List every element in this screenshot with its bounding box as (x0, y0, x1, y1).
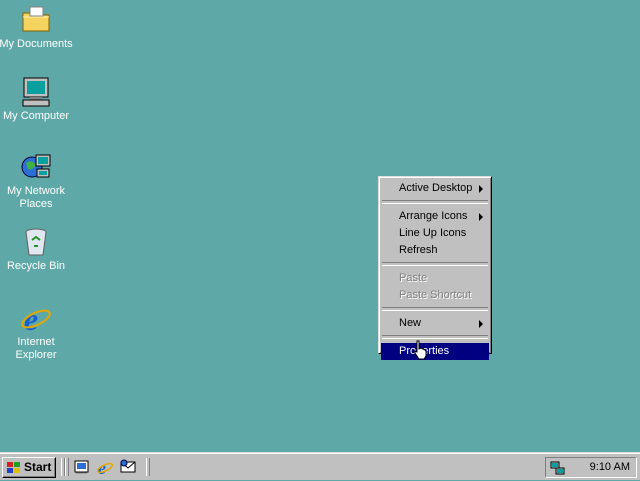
windows-logo-icon (6, 461, 22, 475)
desktop-icon-my-computer[interactable]: My Computer (0, 76, 74, 123)
menu-item-paste: Paste (381, 270, 489, 287)
desktop-icon-label: My Computer (2, 110, 70, 122)
menu-separator (382, 335, 488, 339)
menu-item-new[interactable]: New (381, 315, 489, 332)
menu-item-label: Active Desktop (399, 182, 473, 194)
desktop-icon-label: Recycle Bin (6, 260, 66, 272)
menu-item-properties[interactable]: Properties (381, 343, 489, 360)
desktop-icon-label: My Network Places (6, 185, 66, 210)
menu-item-active-desktop[interactable]: Active Desktop (381, 180, 489, 197)
menu-item-refresh[interactable]: Refresh (381, 242, 489, 259)
menu-item-label: Line Up Icons (399, 227, 467, 239)
menu-separator (382, 262, 488, 266)
outlook-express-icon[interactable] (119, 458, 137, 476)
taskbar-clock[interactable]: 9:10 AM (590, 461, 630, 473)
hand-cursor-icon (414, 340, 428, 360)
start-button-label: Start (24, 460, 52, 474)
desktop-icon-my-network-places[interactable]: My Network Places (0, 151, 74, 211)
recycle-bin-icon (20, 226, 52, 258)
desktop-icon-my-documents[interactable]: My Documents (0, 4, 74, 51)
start-button[interactable]: Start (2, 457, 56, 478)
desktop-icon-label: Internet Explorer (15, 336, 57, 361)
network-tray-icon[interactable] (550, 460, 566, 476)
taskbar: Start e 9:10 AM (0, 452, 640, 480)
menu-item-label: New (399, 317, 422, 329)
toolbar-grip[interactable] (65, 458, 69, 476)
system-tray: 9:10 AM (545, 457, 637, 478)
menu-separator (382, 307, 488, 311)
internet-explorer-icon: e (20, 301, 52, 337)
folder-icon (20, 4, 52, 36)
menu-item-arrange-icons[interactable]: Arrange Icons (381, 208, 489, 225)
menu-item-line-up-icons[interactable]: Line Up Icons (381, 225, 489, 242)
internet-explorer-icon[interactable]: e (96, 458, 114, 478)
computer-icon (20, 76, 52, 108)
desktop-icon-recycle-bin[interactable]: Recycle Bin (0, 226, 74, 273)
submenu-arrow-icon (479, 185, 483, 193)
show-desktop-icon[interactable] (73, 458, 91, 476)
menu-item-label: Paste Shortcut (399, 289, 472, 301)
menu-item-paste-shortcut: Paste Shortcut (381, 287, 489, 304)
menu-item-label: Paste (399, 272, 428, 284)
desktop-icon-label: My Documents (0, 38, 73, 50)
submenu-arrow-icon (479, 320, 483, 328)
menu-item-label: Arrange Icons (399, 210, 468, 222)
submenu-arrow-icon (479, 213, 483, 221)
desktop-context-menu: Active Desktop Arrange Icons Line Up Ico… (378, 176, 492, 360)
menu-item-label: Refresh (399, 244, 438, 256)
menu-separator (382, 200, 488, 204)
desktop-icon-internet-explorer[interactable]: e Internet Explorer (0, 301, 74, 362)
toolbar-grip[interactable] (146, 458, 150, 476)
network-globe-icon (20, 151, 52, 183)
